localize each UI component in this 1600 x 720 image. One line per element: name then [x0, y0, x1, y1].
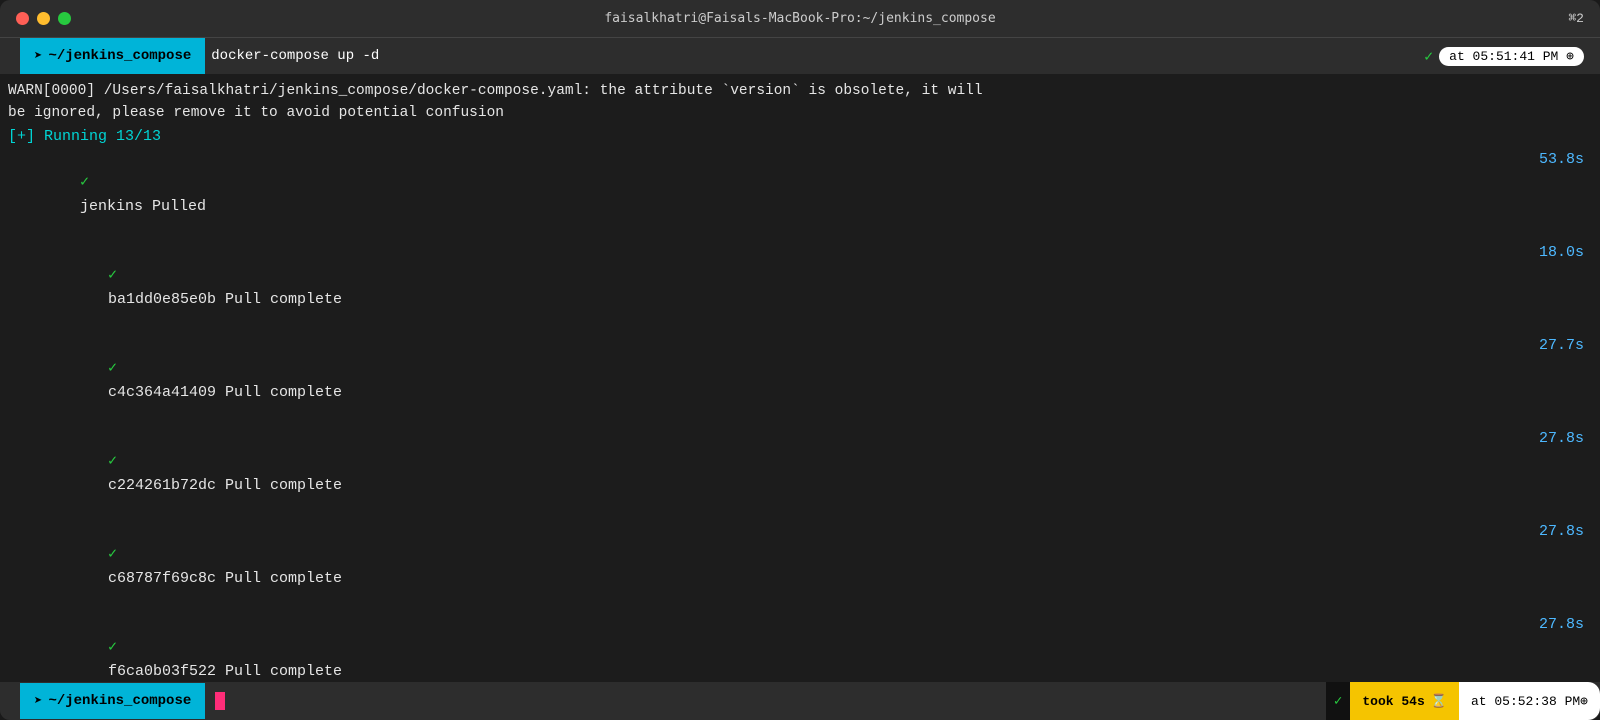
prompt-bar-bottom: ➤ ~/jenkins_compose ✓ took 54s ⌛ at 05:5… — [0, 682, 1600, 720]
checkmark-top: ✓ — [1424, 47, 1433, 66]
check-icon-4: ✓ — [108, 546, 117, 563]
pull-item-name-3: c224261b72dc Pull complete — [108, 477, 342, 494]
tab-command: docker-compose up -d — [205, 48, 379, 64]
pull-item-3: ✓ c224261b72dc Pull complete 27.8s — [8, 427, 1592, 520]
pull-item-time-1: 18.0s — [1539, 241, 1584, 264]
check-icon-3: ✓ — [108, 453, 117, 470]
close-button[interactable] — [16, 12, 29, 25]
pull-item-time-2: 27.7s — [1539, 334, 1584, 357]
tab-path-bottom: ~/jenkins_compose — [48, 693, 191, 709]
check-icon-0: ✓ — [80, 174, 89, 191]
branch-icon: ➤ — [34, 48, 42, 65]
pull-item-4: ✓ c68787f69c8c Pull complete 27.8s — [8, 520, 1592, 613]
bottom-right: ✓ took 54s ⌛ at 05:52:38 PM ⊕ — [1326, 682, 1600, 720]
warn-line-2: be ignored, please remove it to avoid po… — [8, 102, 1592, 124]
tab-item-top[interactable]: ➤ ~/jenkins_compose — [20, 38, 205, 74]
terminal-content: WARN[0000] /Users/faisalkhatri/jenkins_c… — [0, 74, 1600, 682]
prompt-bar-top: ➤ ~/jenkins_compose docker-compose up -d… — [0, 38, 1600, 74]
time-badge-bottom: at 05:52:38 PM ⊕ — [1459, 682, 1600, 720]
pull-item-2: ✓ c4c364a41409 Pull complete 27.7s — [8, 334, 1592, 427]
bottom-time-label: at 05:52:38 PM — [1471, 694, 1580, 709]
hourglass-icon: ⌛ — [1431, 694, 1447, 709]
took-label: took 54s — [1362, 694, 1424, 709]
title-bar: faisalkhatri@Faisals-MacBook-Pro:~/jenki… — [0, 0, 1600, 38]
time-badge-top: at 05:51:41 PM ⊕ — [1439, 47, 1584, 66]
check-icon-5: ✓ — [108, 639, 117, 656]
took-badge: took 54s ⌛ — [1350, 682, 1459, 720]
pull-item-name-5: f6ca0b03f522 Pull complete — [108, 663, 342, 680]
window-controls — [16, 12, 71, 25]
pull-item-0: ✓ jenkins Pulled 53.8s — [8, 148, 1592, 241]
tab-item-bottom[interactable]: ➤ ~/jenkins_compose — [20, 683, 205, 719]
terminal-window: faisalkhatri@Faisals-MacBook-Pro:~/jenki… — [0, 0, 1600, 720]
pull-item-name-2: c4c364a41409 Pull complete — [108, 384, 342, 401]
apple-icon-top — [0, 38, 20, 74]
pull-item-time-0: 53.8s — [1539, 148, 1584, 171]
title-right: ⌘2 — [1568, 11, 1584, 26]
pull-item-5: ✓ f6ca0b03f522 Pull complete 27.8s — [8, 613, 1592, 682]
minimize-button[interactable] — [37, 12, 50, 25]
window-title: faisalkhatri@Faisals-MacBook-Pro:~/jenki… — [604, 11, 995, 26]
cursor — [213, 692, 225, 710]
warn-line-1: WARN[0000] /Users/faisalkhatri/jenkins_c… — [8, 80, 1592, 102]
maximize-button[interactable] — [58, 12, 71, 25]
pull-item-name-1: ba1dd0e85e0b Pull complete — [108, 291, 342, 308]
pull-item-time-3: 27.8s — [1539, 427, 1584, 450]
apple-icon-bottom — [0, 683, 20, 719]
pull-item-name-0: jenkins Pulled — [80, 198, 206, 215]
check-dark: ✓ — [1326, 682, 1350, 720]
branch-icon-bottom: ➤ — [34, 693, 42, 710]
clock-icon: ⊕ — [1566, 49, 1574, 64]
check-icon-2: ✓ — [108, 360, 117, 377]
keyboard-shortcut: ⌘2 — [1568, 11, 1584, 26]
check-icon-1: ✓ — [108, 267, 117, 284]
checkmark-bottom: ✓ — [1334, 693, 1342, 710]
tab-path-top: ~/jenkins_compose — [48, 48, 191, 64]
top-time-label: at 05:51:41 PM — [1449, 49, 1558, 64]
pull-item-time-4: 27.8s — [1539, 520, 1584, 543]
pull-item-name-4: c68787f69c8c Pull complete — [108, 570, 342, 587]
running-status-1: [+] Running 13/13 — [8, 125, 1592, 148]
pull-item-1: ✓ ba1dd0e85e0b Pull complete 18.0s — [8, 241, 1592, 334]
top-right: ✓ at 05:51:41 PM ⊕ — [1424, 47, 1600, 66]
pull-item-time-5: 27.8s — [1539, 613, 1584, 636]
bottom-left: ➤ ~/jenkins_compose — [0, 682, 225, 720]
clock-icon-bottom: ⊕ — [1580, 694, 1588, 709]
